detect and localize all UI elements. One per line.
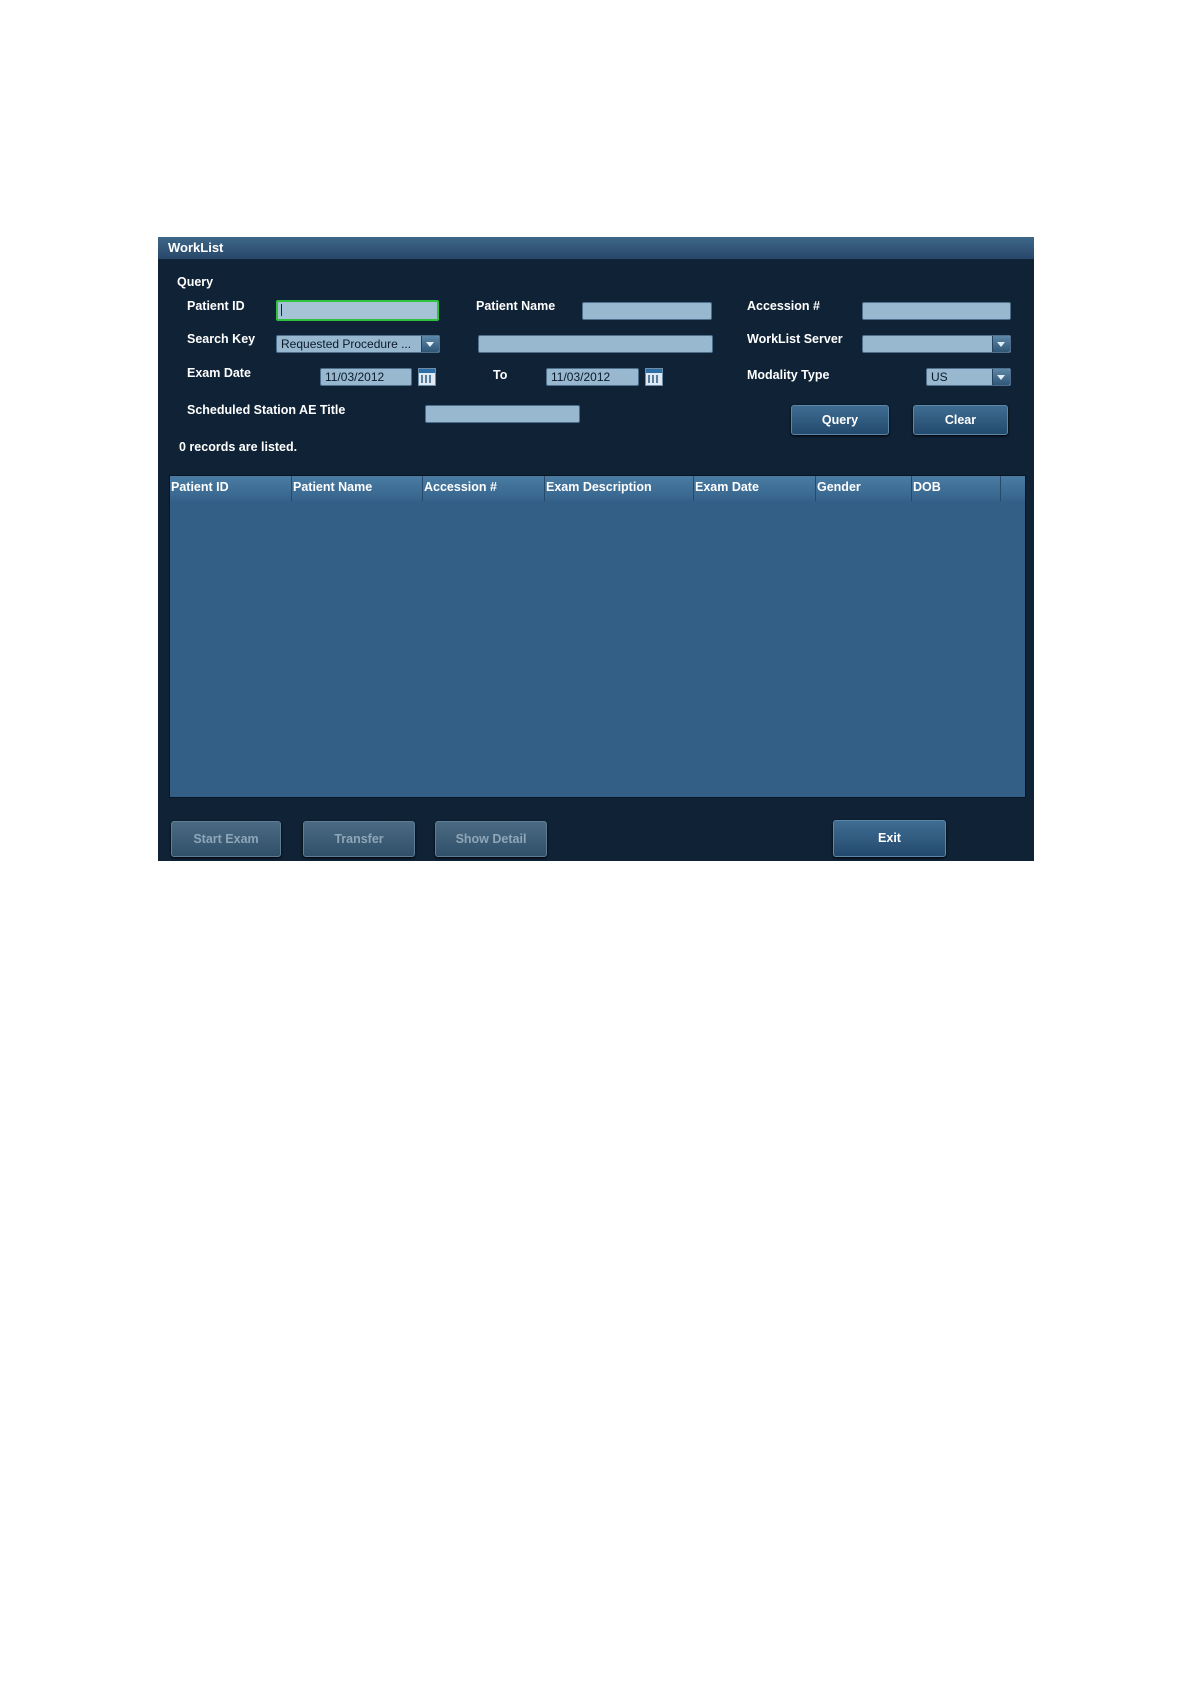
column-header[interactable]: Exam Date: [694, 476, 816, 501]
to-label: To: [493, 368, 508, 382]
patient-id-input[interactable]: [276, 300, 439, 321]
text-caret: [281, 304, 282, 316]
records-status: 0 records are listed.: [179, 440, 298, 454]
exit-button[interactable]: Exit: [833, 820, 946, 857]
column-header[interactable]: Exam Description: [545, 476, 694, 501]
chevron-down-icon[interactable]: [992, 336, 1010, 352]
chevron-down-icon[interactable]: [421, 336, 439, 352]
exam-date-to-input[interactable]: 11/03/2012: [546, 368, 639, 386]
modality-type-label: Modality Type: [747, 368, 830, 382]
patient-id-label: Patient ID: [187, 299, 245, 313]
calendar-icon[interactable]: [645, 368, 663, 386]
query-section-label: Query: [177, 275, 214, 289]
search-key-value: Requested Procedure ...: [281, 337, 412, 351]
worklist-table[interactable]: Patient ID Patient Name Accession # Exam…: [169, 475, 1026, 798]
accession-input[interactable]: [862, 302, 1011, 320]
column-header-spacer: [1001, 476, 1025, 501]
chevron-down-icon[interactable]: [992, 369, 1010, 385]
ae-title-input[interactable]: [425, 405, 580, 423]
exam-date-from-input[interactable]: 11/03/2012: [320, 368, 412, 386]
modality-type-select[interactable]: US: [926, 368, 1011, 386]
query-button[interactable]: Query: [791, 405, 889, 435]
clear-button[interactable]: Clear: [913, 405, 1008, 435]
patient-name-input[interactable]: [582, 302, 712, 320]
worklist-server-select[interactable]: [862, 335, 1011, 353]
start-exam-button[interactable]: Start Exam: [171, 821, 281, 857]
modality-type-value: US: [931, 370, 948, 384]
calendar-icon[interactable]: [418, 368, 436, 386]
search-key-text-input[interactable]: [478, 335, 713, 353]
show-detail-button[interactable]: Show Detail: [435, 821, 547, 857]
column-header[interactable]: Patient ID: [170, 476, 292, 501]
exam-date-label: Exam Date: [187, 366, 251, 380]
title-bar: WorkList: [158, 237, 1034, 259]
worklist-server-label: WorkList Server: [747, 332, 843, 346]
search-key-label: Search Key: [187, 332, 256, 346]
column-header[interactable]: Accession #: [423, 476, 545, 501]
transfer-button[interactable]: Transfer: [303, 821, 415, 857]
column-header[interactable]: Gender: [816, 476, 912, 501]
column-header[interactable]: DOB: [912, 476, 1001, 501]
table-header: Patient ID Patient Name Accession # Exam…: [170, 476, 1025, 501]
accession-label: Accession #: [747, 299, 820, 313]
column-header[interactable]: Patient Name: [292, 476, 423, 501]
window-title: WorkList: [168, 240, 224, 255]
search-key-select[interactable]: Requested Procedure ...: [276, 335, 440, 353]
patient-name-label: Patient Name: [476, 299, 556, 313]
ae-title-label: Scheduled Station AE Title: [187, 403, 346, 417]
worklist-window: WorkList Query Patient ID Patient Name A…: [158, 237, 1034, 861]
